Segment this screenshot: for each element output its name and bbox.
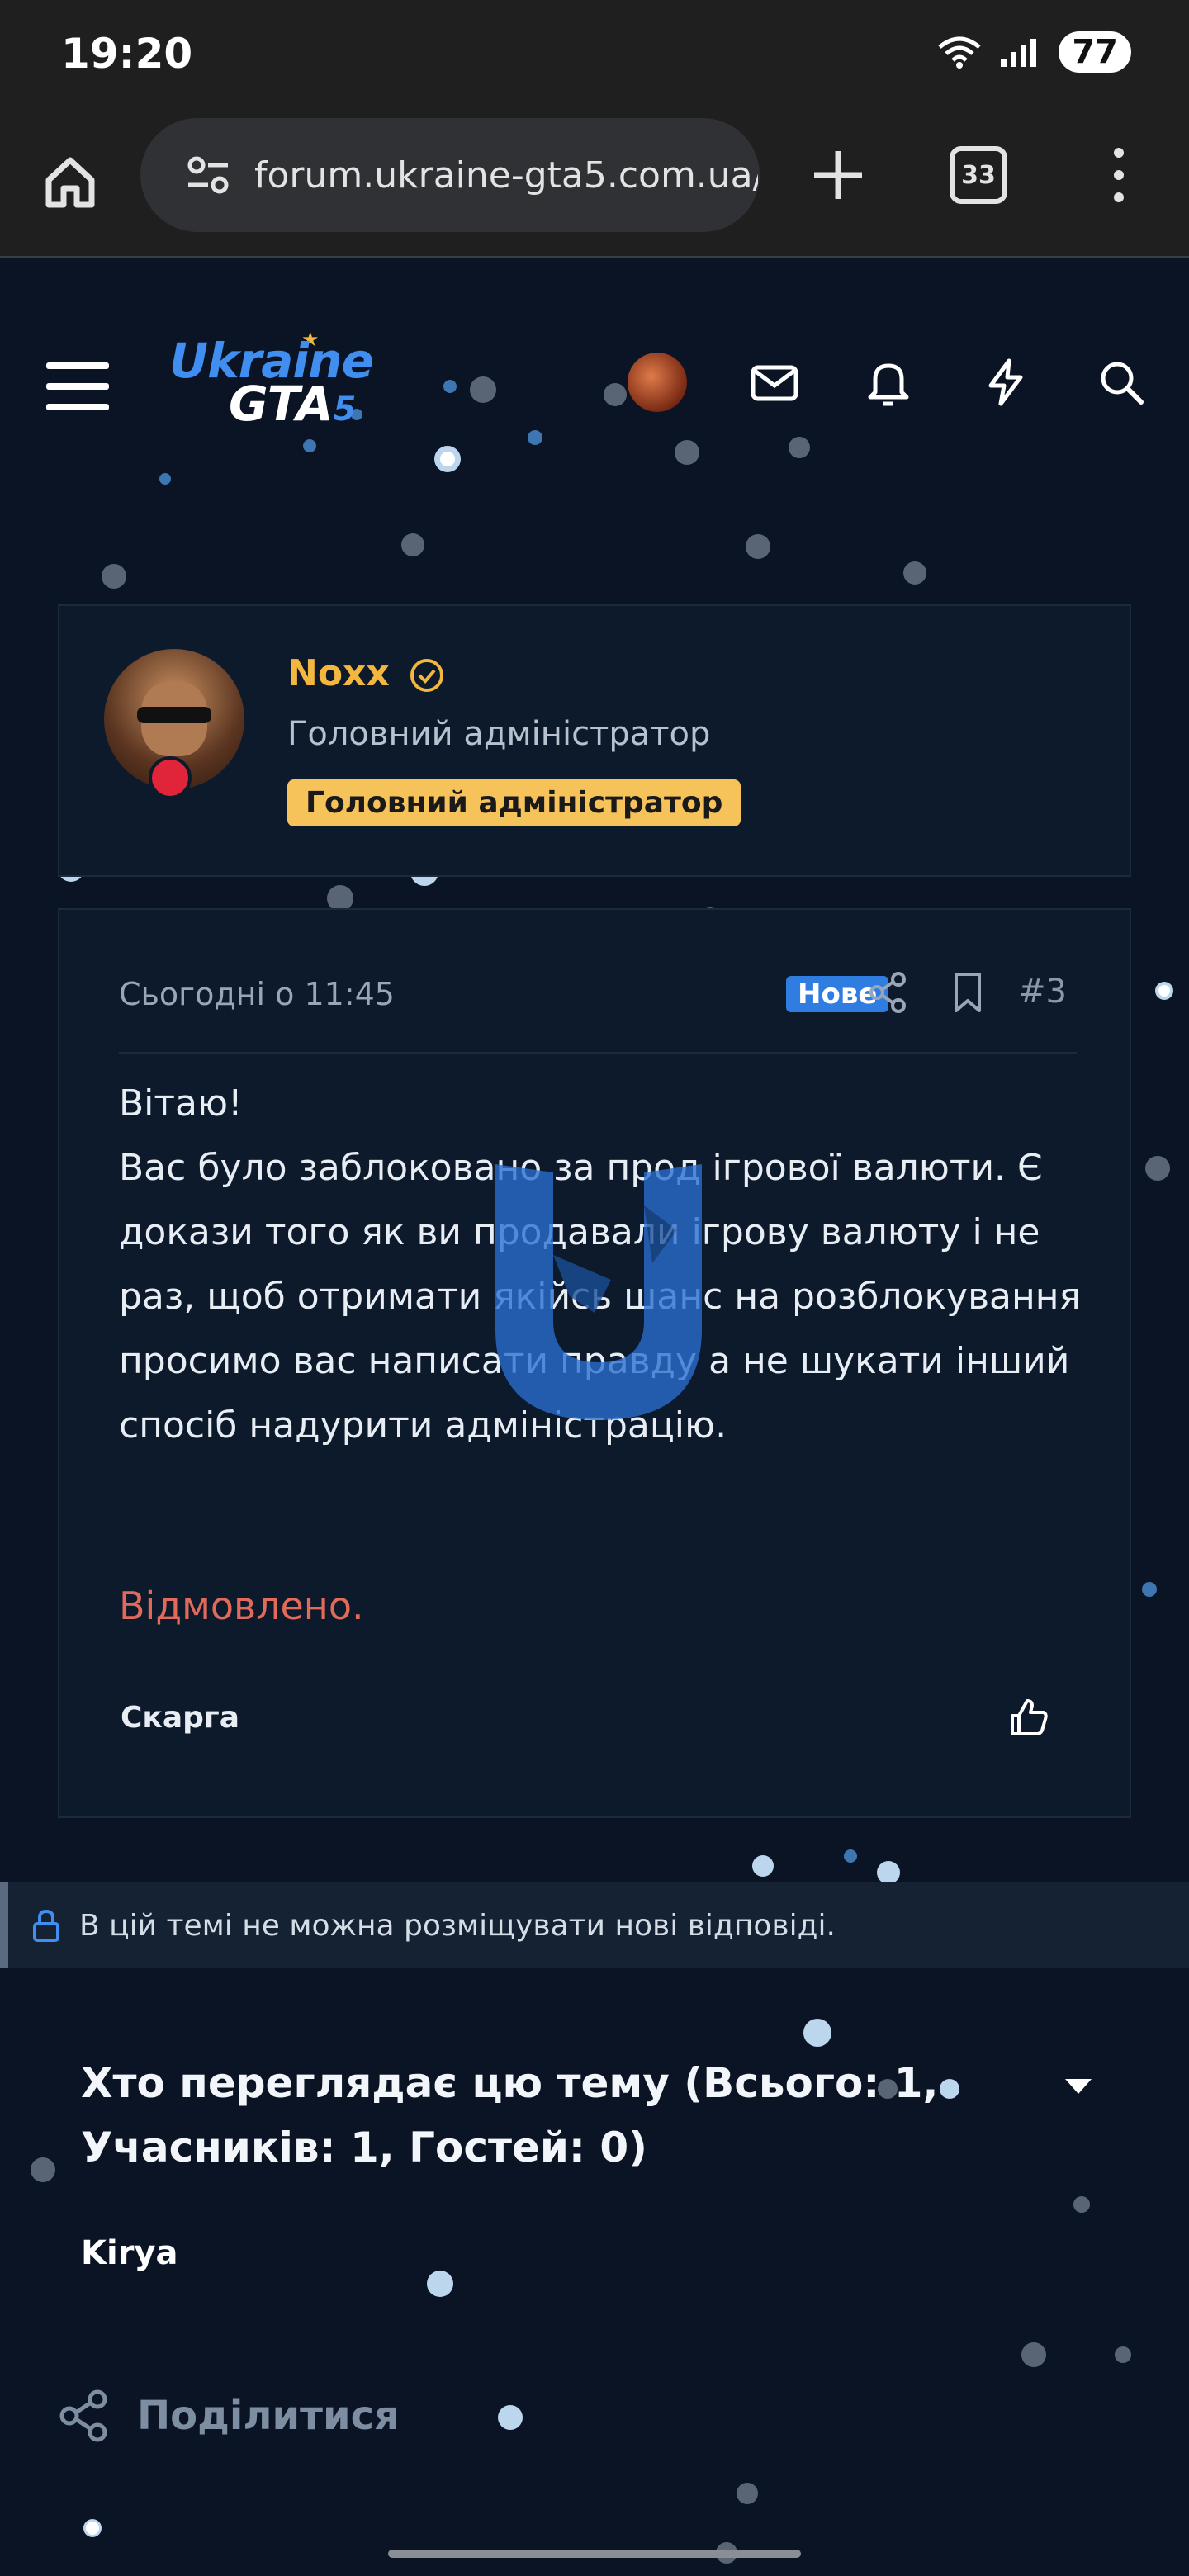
user-avatar[interactable] (628, 353, 687, 412)
share-label: Поділитися (137, 2393, 400, 2439)
notifications-bell-icon[interactable] (862, 356, 915, 409)
whats-new-lightning-icon[interactable] (979, 356, 1032, 409)
tab-switcher-button[interactable]: 33 (950, 146, 1007, 204)
post-date[interactable]: Сьогодні о 11:45 (119, 976, 395, 1012)
signal-icon (1001, 39, 1037, 67)
share-post-icon[interactable] (865, 969, 912, 1016)
home-icon (45, 157, 95, 208)
post-verdict: Відмовлено. (119, 1584, 364, 1628)
like-thumb-icon[interactable] (1006, 1694, 1052, 1740)
lock-icon (33, 1909, 59, 1942)
gesture-navigation-bar[interactable] (388, 2550, 801, 2558)
browser-toolbar: forum.ukraine-gta5.com.ua/th 33 (0, 111, 1189, 258)
viewer-username[interactable]: Kirya (81, 2234, 178, 2272)
site-watermark-logo (495, 1164, 702, 1420)
post-number-link[interactable]: #3 (1018, 973, 1067, 1011)
share-icon (59, 2389, 107, 2442)
inbox-icon[interactable] (748, 356, 801, 409)
logo-gta-number: 5 (333, 391, 357, 429)
search-icon[interactable] (1095, 356, 1148, 409)
logo-gta-label: GTA (229, 376, 334, 432)
url-text[interactable]: forum.ukraine-gta5.com.ua/th (254, 154, 758, 197)
author-username[interactable]: Noxx (287, 652, 445, 694)
report-button[interactable]: Скарга (121, 1701, 239, 1735)
status-time: 19:20 (61, 30, 193, 78)
bookmark-icon[interactable] (945, 969, 991, 1016)
post-greeting: Вітаю! (119, 1082, 243, 1125)
thread-locked-notice: В цій темі не можна розміщувати нові від… (0, 1882, 1189, 1968)
site-logo[interactable]: ★ Ukraine GTA5 (169, 328, 384, 440)
author-name-text[interactable]: Noxx (287, 652, 390, 694)
wifi-icon (938, 36, 981, 69)
status-icons: 77 (936, 31, 1131, 73)
share-thread-button[interactable]: Поділитися (56, 2388, 400, 2444)
status-bar: 19:20 77 (0, 0, 1189, 111)
chevron-down-icon[interactable] (1062, 2074, 1095, 2099)
verified-check-icon (410, 659, 444, 692)
author-user-title: Головний адміністратор (287, 715, 711, 753)
post-meta-bar: Сьогодні о 11:45 Нове #3 (119, 969, 1077, 1054)
logo-text-gta: GTA5 (229, 376, 356, 432)
locked-notice-text: В цій темі не можна розміщувати нові від… (79, 1908, 836, 1943)
post-author-card: Noxx Головний адміністратор Головний адм… (58, 604, 1131, 877)
thread-viewers-heading[interactable]: Хто переглядає цю тему (Всього: 1, Учасн… (81, 2051, 1006, 2180)
menu-hamburger-icon[interactable] (46, 361, 109, 412)
more-menu-icon[interactable] (1098, 138, 1139, 212)
site-header: ★ Ukraine GTA5 (0, 258, 1189, 506)
admin-role-icon (149, 756, 192, 799)
new-tab-button[interactable] (801, 138, 875, 212)
address-bar[interactable]: forum.ukraine-gta5.com.ua/th (140, 118, 760, 232)
author-role-badge: Головний адміністратор (287, 779, 741, 826)
avatar-glasses (137, 707, 211, 723)
site-settings-icon[interactable] (183, 150, 233, 200)
battery-indicator: 77 (1059, 31, 1131, 73)
home-button[interactable] (33, 144, 107, 219)
